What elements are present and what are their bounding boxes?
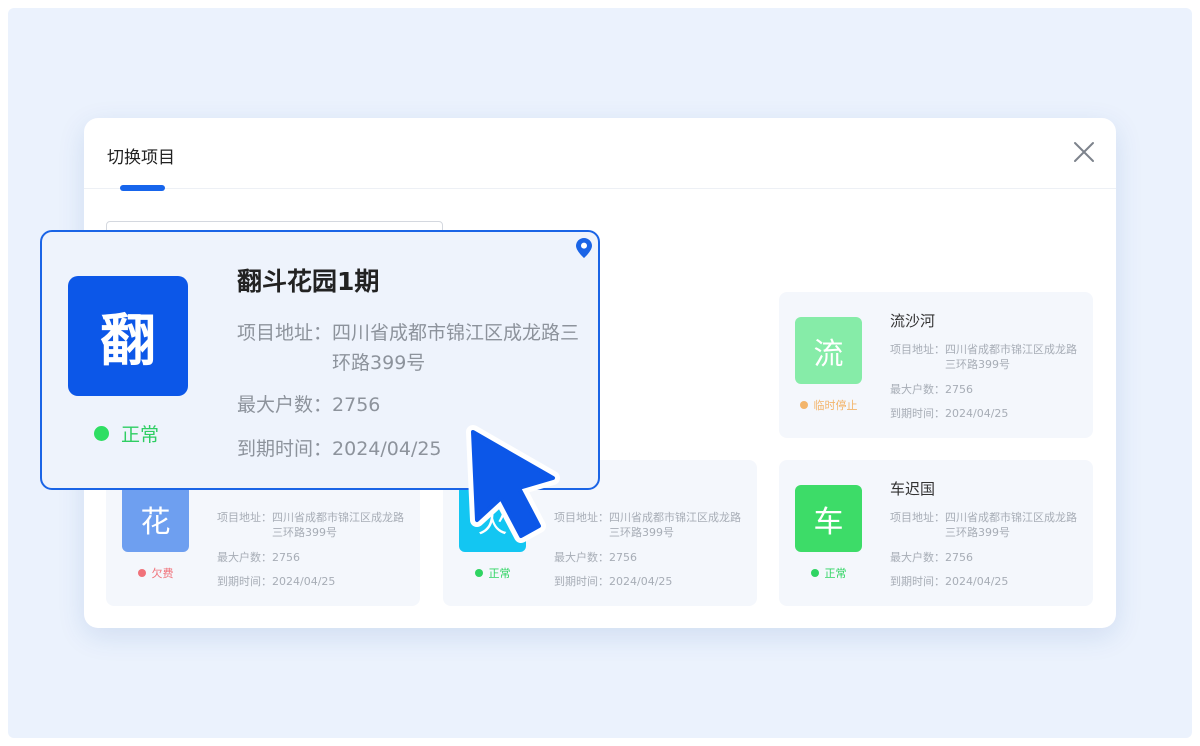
status-text: 欠费 [151,567,174,580]
expiry-row: 到期时间： 2024/04/25 [890,406,1081,421]
max-households-label: 最大户数： [890,383,945,396]
project-avatar-char: 翻 [100,308,156,374]
location-pin-icon [576,238,592,258]
status-badge: 欠费 [106,565,205,581]
project-card[interactable]: 车 正常 车迟国 项目地址： 四川省成都市锦江区成龙路三环路399号 最大户数： 2… [779,460,1093,606]
address-label: 项目地址： [890,343,945,356]
project-name: 车迟国 [890,480,936,498]
expiry-row: 到期时间： 2024/04/25 [554,574,745,589]
max-households-row: 最大户数： 2756 [237,390,582,420]
project-address-row: 项目地址： 四川省成都市锦江区成龙路三环路399号 [237,318,582,378]
status-dot [94,426,109,441]
expiry-value: 2024/04/25 [609,575,673,588]
active-tab-indicator [120,185,165,191]
status-dot [137,569,146,577]
address-value: 四川省成都市锦江区成龙路三环路399号 [945,343,1077,371]
status-badge: 临时停止 [779,397,878,413]
expiry-row: 到期时间： 2024/04/25 [217,574,408,589]
expiry-label: 到期时间： [890,575,945,588]
status-text: 正常 [121,424,160,446]
address-label: 项目地址： [237,322,333,344]
status-dot [810,569,819,577]
project-avatar-char: 车 [813,504,844,540]
expiry-label: 到期时间： [237,438,333,460]
project-avatar: 翻 [68,276,188,396]
max-households-label: 最大户数： [217,551,272,564]
max-households-row: 最大户数： 2756 [890,382,1081,397]
project-avatar-char: 花 [140,504,171,540]
expiry-value: 2024/04/25 [945,407,1009,420]
status-text: 正常 [824,567,847,580]
max-households-row: 最大户数： 2756 [217,550,408,565]
address-value: 四川省成都市锦江区成龙路三环路399号 [609,511,741,539]
project-card[interactable]: 流 临时停止 流沙河 项目地址： 四川省成都市锦江区成龙路三环路399号 最大户数… [779,292,1093,438]
project-avatar-char: 流 [813,336,844,372]
address-value: 四川省成都市锦江区成龙路三环路399号 [945,511,1077,539]
project-avatar: 流 [795,317,862,384]
project-address-row: 项目地址： 四川省成都市锦江区成龙路三环路399号 [554,510,745,540]
project-address-row: 项目地址： 四川省成都市锦江区成龙路三环路399号 [890,510,1081,540]
max-households-value: 2756 [272,551,300,564]
address-label: 项目地址： [217,511,272,524]
project-name: 翻斗花园1期 [237,267,380,296]
expiry-label: 到期时间： [217,575,272,588]
expiry-value: 2024/04/25 [945,575,1009,588]
expiry-value: 2024/04/25 [272,575,336,588]
status-dot [474,569,483,577]
max-households-label: 最大户数： [554,551,609,564]
dialog-title: 切换项目 [107,148,175,168]
address-value: 四川省成都市锦江区成龙路三环路399号 [332,322,580,374]
project-avatar: 花 [122,485,189,552]
max-households-row: 最大户数： 2756 [890,550,1081,565]
close-icon[interactable] [1072,140,1096,164]
status-badge: 正常 [443,565,542,581]
mouse-pointer-icon [466,425,560,543]
address-label: 项目地址： [890,511,945,524]
max-households-label: 最大户数： [237,394,333,416]
max-households-row: 最大户数： 2756 [554,550,745,565]
max-households-value: 2756 [609,551,637,564]
status-dot [799,401,808,409]
status-badge: 正常 [779,565,878,581]
max-households-value: 2756 [332,394,381,416]
status-text: 临时停止 [813,399,858,412]
max-households-value: 2756 [945,551,973,564]
project-address-row: 项目地址： 四川省成都市锦江区成龙路三环路399号 [217,510,408,540]
max-households-label: 最大户数： [890,551,945,564]
expiry-label: 到期时间： [554,575,609,588]
dialog-header: 切换项目 [84,118,1116,191]
address-value: 四川省成都市锦江区成龙路三环路399号 [272,511,404,539]
status-badge: 正常 [94,420,159,447]
max-households-value: 2756 [945,383,973,396]
project-address-row: 项目地址： 四川省成都市锦江区成龙路三环路399号 [890,342,1081,372]
project-name: 流沙河 [890,312,936,330]
project-avatar: 车 [795,485,862,552]
expiry-label: 到期时间： [890,407,945,420]
expiry-row: 到期时间： 2024/04/25 [890,574,1081,589]
status-text: 正常 [488,567,511,580]
